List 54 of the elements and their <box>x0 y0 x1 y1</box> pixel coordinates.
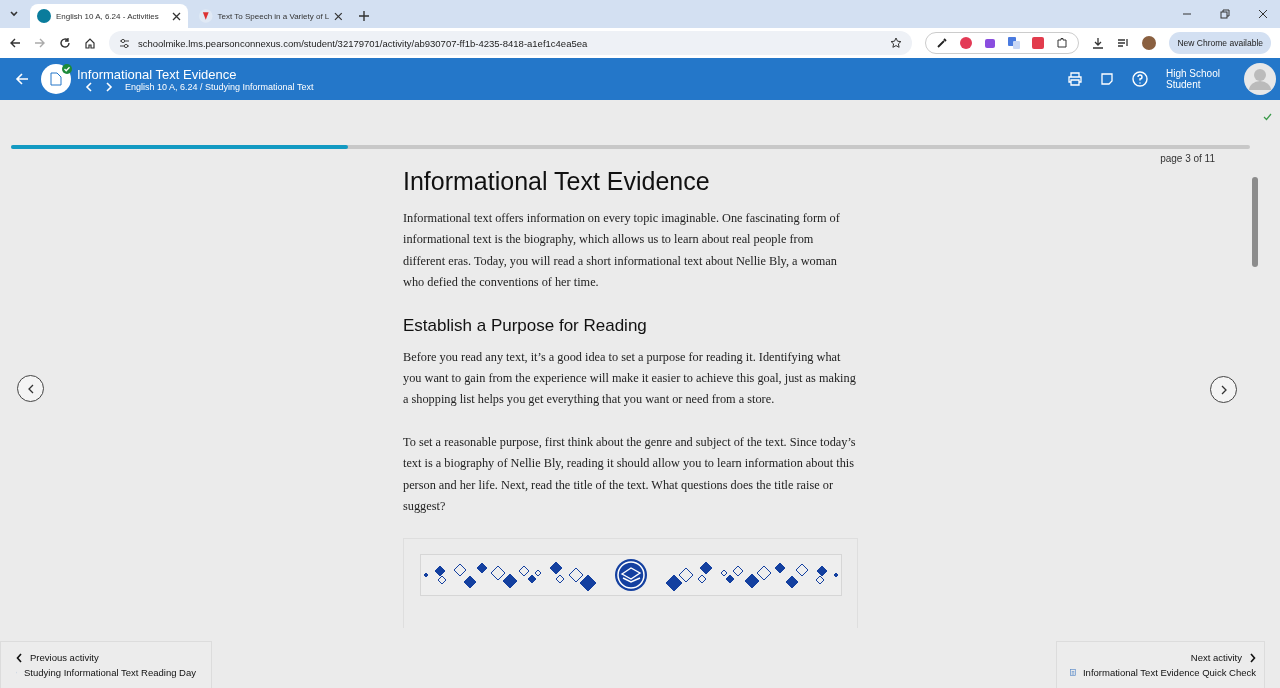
saved-check-icon <box>1263 113 1272 121</box>
extension-icon[interactable] <box>960 37 973 49</box>
chevron-left-icon[interactable] <box>85 81 93 92</box>
next-activity-label: Next activity <box>1190 652 1242 663</box>
translate-icon[interactable] <box>1008 37 1021 49</box>
next-activity-title: Informational Text Evidence Quick Check <box>1082 667 1256 678</box>
breadcrumb[interactable]: English 10 A, 6.24 / Studying Informational Text <box>125 81 314 92</box>
site-icon <box>199 9 213 23</box>
paragraph: Informational text offers information on every topic imaginable. One fascinating form of informational text is the biography, which allows us to learn about real people from different eras. Today, you will read a short informational text about Nellie Bly, a woman who defied the conventions of her time. <box>403 210 841 292</box>
note-icon[interactable] <box>1100 72 1114 86</box>
section-heading: Establish a Purpose for Reading <box>403 315 648 336</box>
activity-title: Informational Text Evidence <box>77 66 238 82</box>
chevron-left-icon <box>26 383 35 394</box>
previous-page-button[interactable] <box>17 375 44 402</box>
restore-icon[interactable] <box>1220 9 1230 19</box>
previous-activity-label: Previous activity <box>30 652 99 663</box>
back-arrow-icon[interactable] <box>9 37 21 49</box>
reload-icon[interactable] <box>59 37 71 49</box>
chevron-right-icon <box>1219 384 1228 395</box>
close-icon[interactable] <box>172 11 181 21</box>
chevron-right-icon[interactable] <box>105 81 113 92</box>
update-button[interactable]: New Chrome available <box>1169 32 1271 54</box>
checklist-icon <box>1070 667 1076 678</box>
address-bar[interactable]: schoolmike.lms.pearsonconnexus.com/student/32179701/activity/ab930707-ff1b-4235-8418-a1ef1c4ea5ea <box>109 31 913 55</box>
download-icon[interactable] <box>1092 37 1105 49</box>
paragraph: Before you read any text, it’s a good idea to set a purpose for reading it. Identifying what you want to gain from the experience will make it easier to achieve this goal, just as making a shopping list helps you get everything that you want or need from a store. <box>403 348 857 409</box>
print-icon[interactable] <box>1068 72 1082 86</box>
extension-icon[interactable] <box>1032 37 1045 49</box>
chevron-left-icon <box>16 652 23 663</box>
home-icon[interactable] <box>84 37 96 49</box>
extension-icon[interactable] <box>984 37 997 49</box>
page-counter: page 3 of 11 <box>1160 153 1215 164</box>
help-icon[interactable] <box>1132 71 1148 87</box>
article-title: Informational Text Evidence <box>403 167 711 196</box>
media-icon[interactable] <box>1117 37 1130 49</box>
paragraph: To set a reasonable purpose, first think about the genre and subject of the text. Since today’s text is a biography of Nellie Bly, reading it should allow you to learn information about this person and her life. Next, read the title of the text. What questions does the title raise or suggest? <box>403 433 857 516</box>
user-name[interactable]: High School Student <box>1166 68 1226 90</box>
close-icon[interactable] <box>1258 9 1268 19</box>
site-settings-icon[interactable] <box>119 37 130 49</box>
browser-tab[interactable]: English 10 A, 6.24 - Activities <box>30 4 188 28</box>
eyedropper-icon[interactable] <box>936 37 949 49</box>
next-activity-card[interactable]: Next activity Informational Text Evidence Quick Check <box>1056 641 1265 688</box>
profile-avatar[interactable] <box>1142 36 1157 50</box>
previous-activity-card[interactable]: Previous activity Studying Informational Text Reading Day <box>0 641 212 688</box>
close-icon[interactable] <box>334 11 343 21</box>
previous-activity-title: Studying Informational Text Reading Day <box>24 667 196 678</box>
puzzle-icon[interactable] <box>1056 37 1069 49</box>
site-icon <box>37 9 51 23</box>
next-page-button[interactable] <box>1210 376 1237 403</box>
new-tab-icon[interactable] <box>358 10 370 22</box>
browser-tab[interactable]: Text To Speech in a Variety of L <box>192 4 350 28</box>
star-icon[interactable] <box>890 37 903 49</box>
user-avatar[interactable] <box>1244 63 1276 95</box>
chevron-right-icon <box>1249 652 1256 663</box>
